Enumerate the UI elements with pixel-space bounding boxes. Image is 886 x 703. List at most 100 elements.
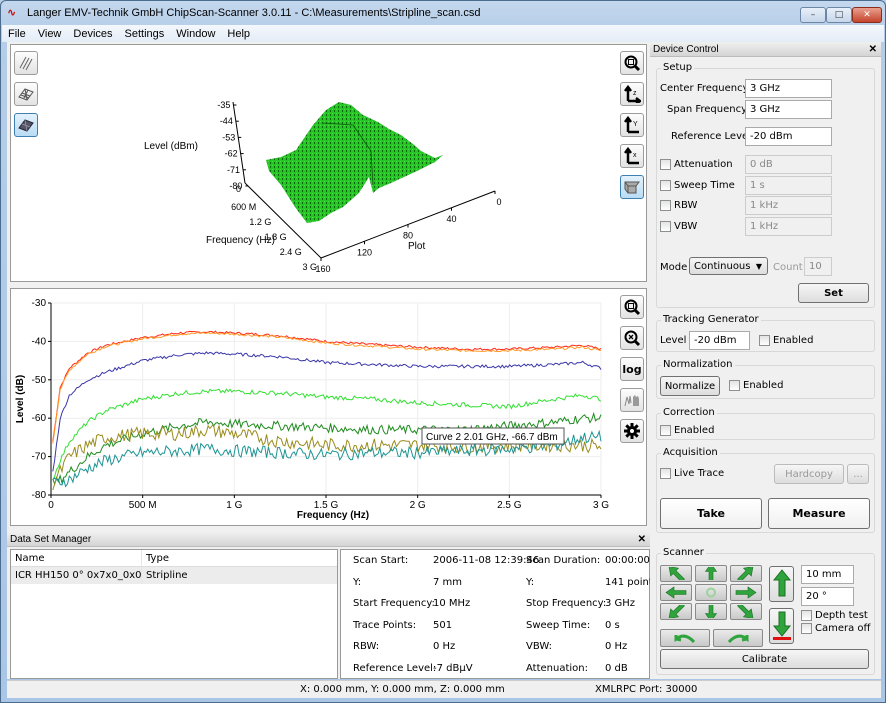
rbw-checkbox[interactable]	[660, 200, 671, 211]
plot-tick-label: 160	[315, 264, 330, 274]
axis-z-icon: z	[624, 85, 641, 103]
normalization-enabled-checkbox[interactable]	[729, 380, 740, 391]
zoom-fit-3d-button[interactable]	[620, 51, 644, 75]
scan-info-value: 0 dB	[605, 663, 628, 674]
span-frequency-label: Span Frequency	[667, 104, 747, 115]
camera-off-checkbox[interactable]	[801, 623, 812, 634]
normalize-button[interactable]: Normalize	[660, 376, 720, 396]
move-home-button[interactable]	[695, 584, 727, 601]
svg-text:x: x	[633, 152, 637, 159]
vbw-checkbox[interactable]	[660, 221, 671, 232]
calibrate-button[interactable]: Calibrate	[660, 649, 869, 669]
move-z-up-button[interactable]	[769, 566, 794, 602]
sweep-time-input[interactable]: 1 s	[745, 176, 832, 195]
settings-button[interactable]	[620, 419, 644, 443]
step-size-input[interactable]: 10 mm	[801, 565, 854, 584]
view-lines-button[interactable]	[14, 51, 38, 75]
move-n-button[interactable]	[695, 565, 727, 582]
move-w-button[interactable]	[660, 584, 692, 601]
item-type: Stripline	[146, 570, 188, 581]
menu-help[interactable]: Help	[221, 28, 256, 40]
arrow-sw-icon	[668, 605, 685, 618]
move-z-down-button[interactable]	[769, 608, 794, 644]
tg-enabled-label: Enabled	[773, 335, 814, 346]
freq-tick-label: 1.8 G	[265, 232, 287, 242]
tg-level-input[interactable]: -20 dBm	[689, 331, 750, 350]
normalization-group: Normalization Normalize Enabled	[656, 359, 875, 399]
arrow-down-surface-icon	[772, 611, 791, 640]
count-input[interactable]: 10	[804, 257, 832, 276]
angle-step-input[interactable]: 20 °	[801, 587, 854, 606]
axis-x-button[interactable]: x	[620, 144, 644, 168]
item-name: ICR HH150 0° 0x7x0_0x0.05x0	[11, 567, 142, 584]
tracking-generator-title: Tracking Generator	[661, 314, 761, 325]
axis-y-button[interactable]: Y	[620, 113, 644, 137]
x-tick-label: 2 G	[410, 500, 426, 511]
move-ne-button[interactable]	[730, 565, 762, 582]
surface-3d-plot[interactable]: Level (dBm) -35-44-53-62-71-80 Frequency…	[121, 85, 521, 285]
menu-settings[interactable]: Settings	[119, 28, 171, 40]
view-surface-button[interactable]	[14, 113, 38, 137]
svg-text:z: z	[633, 90, 637, 97]
move-nw-button[interactable]	[660, 565, 692, 582]
reference-level-input[interactable]: -20 dBm	[745, 127, 832, 146]
perspective-button[interactable]	[620, 175, 644, 199]
center-frequency-input[interactable]: 3 GHz	[745, 79, 832, 98]
y-tick-label: -60	[32, 413, 47, 424]
log-scale-button[interactable]: log	[620, 357, 644, 381]
spectrum-chart[interactable]: -30-40-50-60-70-80 0 500 M1 G 1.5 G2 G 2.5 …	[11, 289, 611, 525]
plot-tick-label: 0	[496, 197, 501, 207]
x-tick-label: 0	[48, 500, 54, 511]
move-e-button[interactable]	[730, 584, 762, 601]
maximize-button[interactable]: □	[826, 7, 852, 23]
move-s-button[interactable]	[695, 603, 727, 620]
attenuation-checkbox[interactable]	[660, 159, 671, 170]
zoom-reset-button[interactable]	[620, 326, 644, 350]
minimize-button[interactable]: –	[800, 7, 826, 23]
span-frequency-input[interactable]: 3 GHz	[745, 100, 832, 119]
close-icon[interactable]: ✕	[869, 42, 877, 57]
gear-icon	[624, 423, 640, 439]
measure-button[interactable]: Measure	[768, 498, 870, 529]
move-sw-button[interactable]	[660, 603, 692, 620]
plot-tick-label: 80	[403, 231, 413, 241]
set-button[interactable]: Set	[798, 283, 869, 303]
close-icon[interactable]: ✕	[638, 532, 646, 547]
scan-info-label: Trace Points:	[353, 619, 417, 631]
pan-button[interactable]	[620, 388, 644, 412]
column-type[interactable]: Type	[142, 550, 169, 566]
correction-enabled-checkbox[interactable]	[660, 425, 671, 436]
attenuation-label: Attenuation	[674, 159, 733, 170]
hardcopy-options-button[interactable]: ...	[847, 464, 869, 484]
move-se-button[interactable]	[730, 603, 762, 620]
menu-bar: File View Devices Settings Window Help	[2, 25, 884, 42]
column-name[interactable]: Name	[11, 550, 142, 566]
axis-z-button[interactable]: z	[620, 82, 644, 106]
rbw-input[interactable]: 1 kHz	[745, 196, 832, 215]
attenuation-input[interactable]: 0 dB	[745, 155, 832, 174]
menu-file[interactable]: File	[2, 28, 32, 40]
sweep-time-label: Sweep Time	[674, 180, 735, 191]
menu-view[interactable]: View	[32, 28, 68, 40]
data-set-list[interactable]: Name Type ICR HH150 0° 0x7x0_0x0.05x0 St…	[10, 549, 338, 679]
menu-devices[interactable]: Devices	[67, 28, 118, 40]
zoom-fit-2d-button[interactable]	[620, 295, 644, 319]
live-trace-checkbox[interactable]	[660, 468, 671, 479]
rotate-ccw-button[interactable]	[660, 629, 710, 647]
rotate-cw-button[interactable]	[713, 629, 763, 647]
vbw-input[interactable]: 1 kHz	[745, 217, 832, 236]
view-mesh-button[interactable]	[14, 82, 38, 106]
scan-info-label: Y:	[526, 576, 535, 588]
menu-window[interactable]: Window	[170, 28, 221, 40]
depth-test-checkbox[interactable]	[801, 610, 812, 621]
tg-enabled-checkbox[interactable]	[759, 335, 770, 346]
take-button[interactable]: Take	[660, 498, 762, 529]
mode-select[interactable]: Continuous ▼	[689, 257, 768, 275]
camera-off-label: Camera off	[815, 623, 871, 634]
hardcopy-button[interactable]: Hardcopy	[774, 464, 844, 484]
freq-tick-label: 1.2 G	[249, 217, 271, 227]
list-item[interactable]: ICR HH150 0° 0x7x0_0x0.05x0 Stripline	[11, 567, 337, 584]
sweep-time-checkbox[interactable]	[660, 180, 671, 191]
normalization-enabled-label: Enabled	[743, 380, 784, 391]
close-button[interactable]: ✕	[852, 7, 882, 23]
